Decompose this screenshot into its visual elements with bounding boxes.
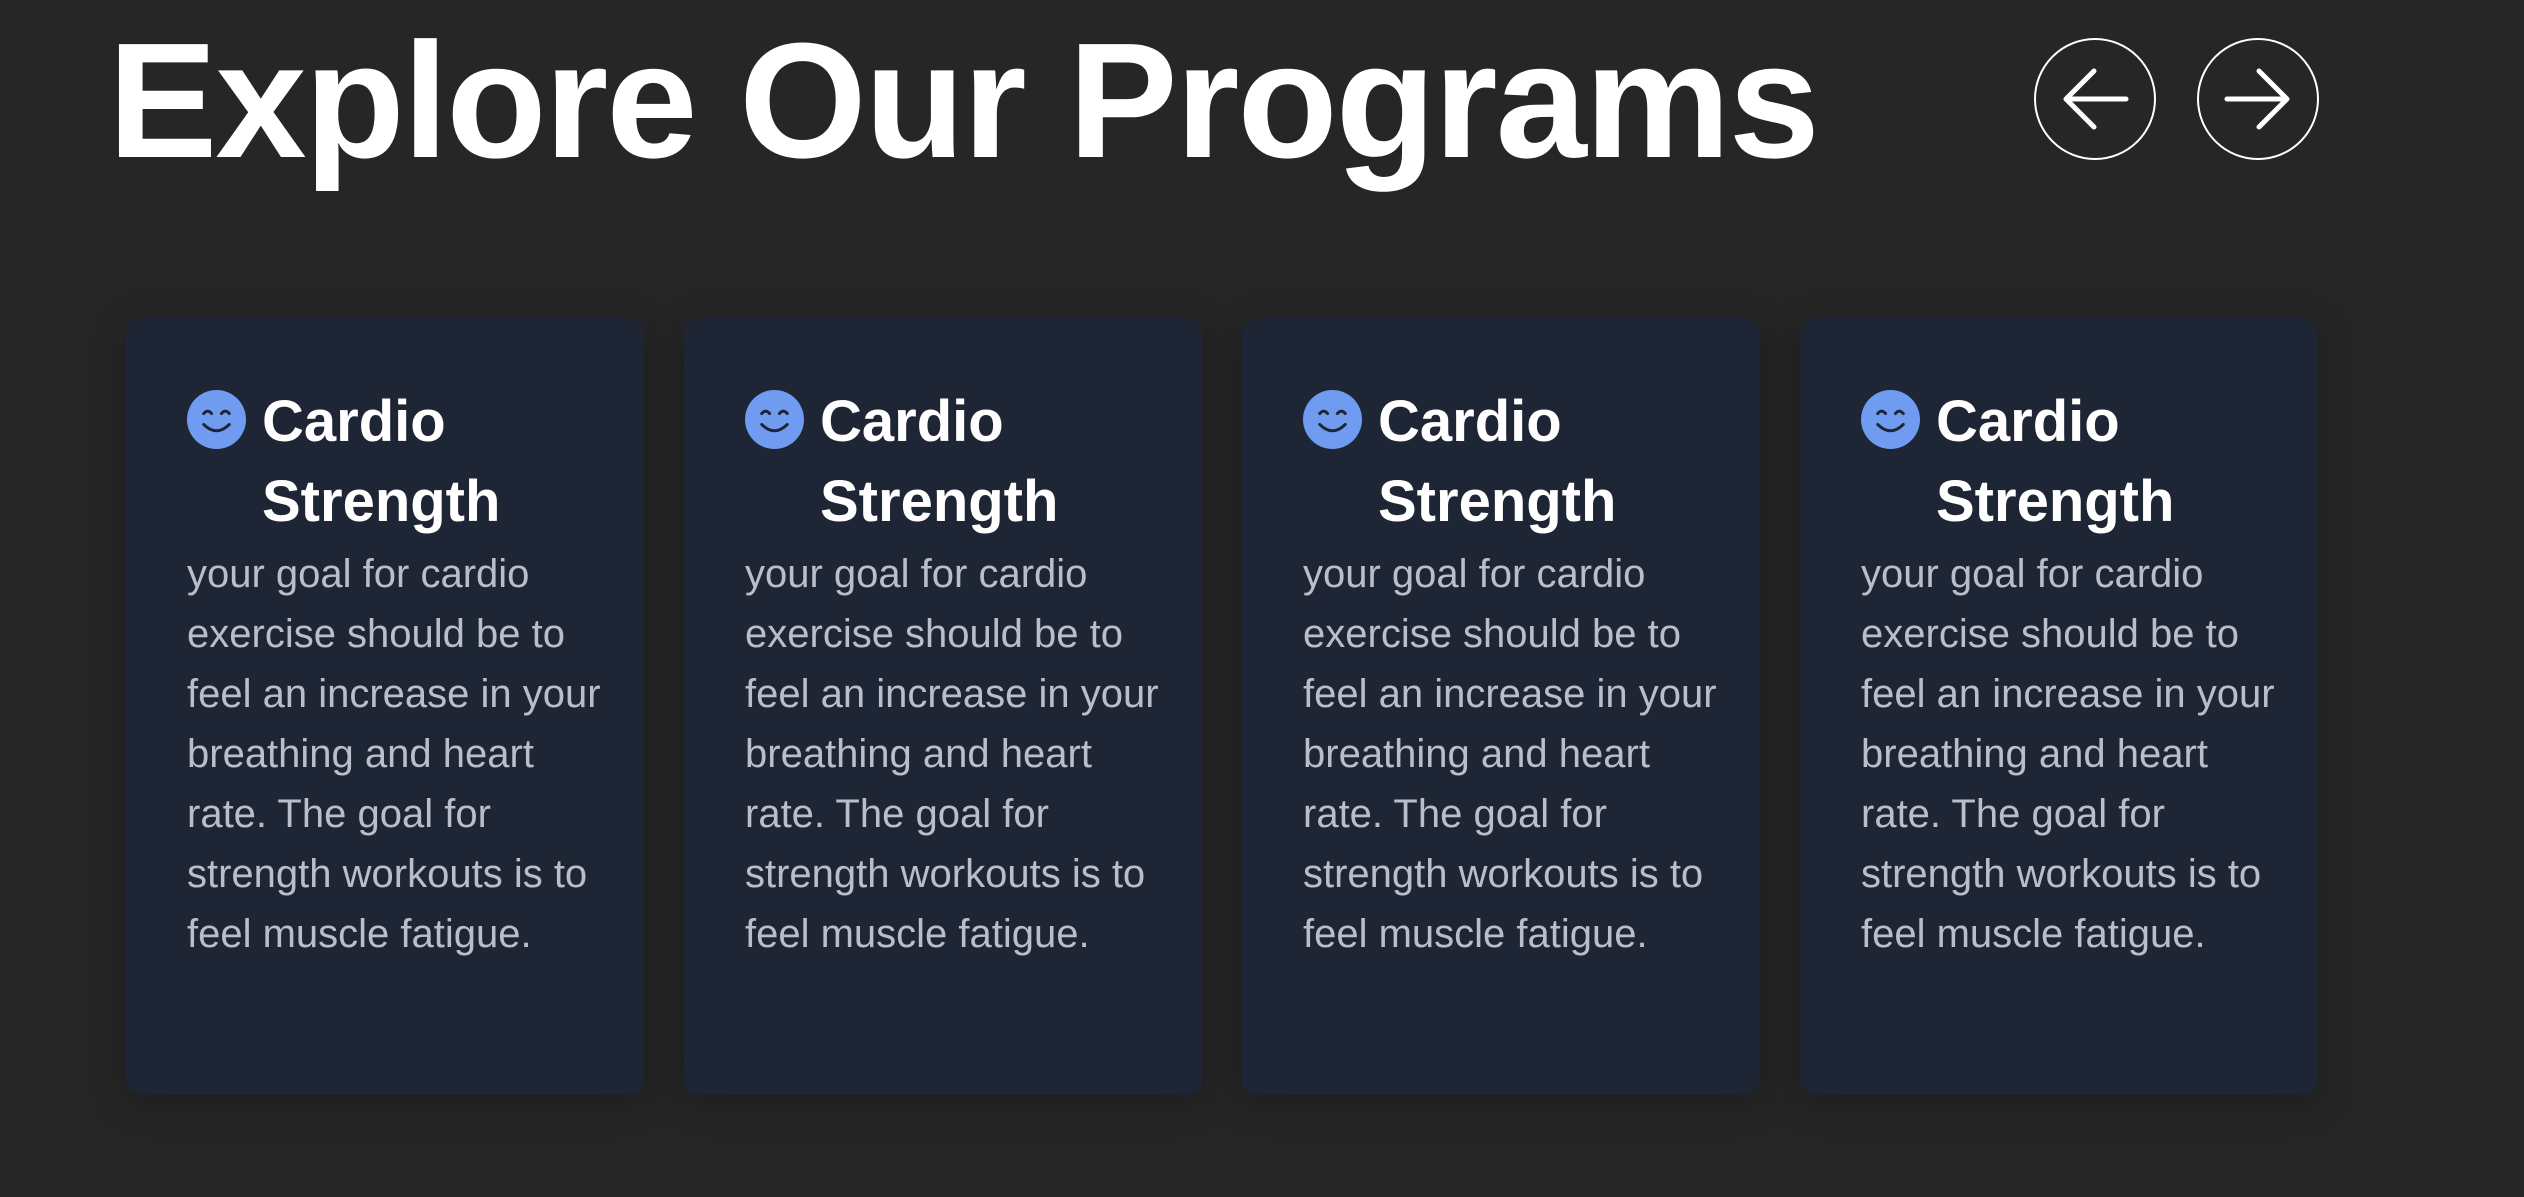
program-card-title: Cardio Strength bbox=[1936, 389, 2175, 534]
program-card-header: Cardio Strength bbox=[745, 382, 1162, 542]
program-carousel: Cardio Strength your goal for cardio exe… bbox=[126, 318, 2320, 1095]
smiley-icon bbox=[1303, 390, 1362, 449]
arrow-left-icon bbox=[2050, 54, 2140, 144]
previous-button[interactable] bbox=[2034, 38, 2156, 160]
smiley-icon bbox=[745, 390, 804, 449]
program-card-title: Cardio Strength bbox=[820, 389, 1059, 534]
program-card[interactable]: Cardio Strength your goal for cardio exe… bbox=[1242, 318, 1760, 1095]
program-card-header: Cardio Strength bbox=[187, 382, 604, 542]
program-card-description: your goal for cardio exercise should be … bbox=[745, 552, 1159, 956]
page-title: Explore Our Programs bbox=[108, 9, 1820, 192]
arrow-right-icon bbox=[2213, 54, 2303, 144]
program-card-description: your goal for cardio exercise should be … bbox=[1861, 552, 2275, 956]
program-card-header: Cardio Strength bbox=[1303, 382, 1720, 542]
program-card-title: Cardio Strength bbox=[262, 389, 501, 534]
smiley-icon bbox=[187, 390, 246, 449]
program-card-header: Cardio Strength bbox=[1861, 382, 2278, 542]
program-card[interactable]: Cardio Strength your goal for cardio exe… bbox=[1800, 318, 2318, 1095]
smiley-icon bbox=[1861, 390, 1920, 449]
program-card-title: Cardio Strength bbox=[1378, 389, 1617, 534]
program-card[interactable]: Cardio Strength your goal for cardio exe… bbox=[684, 318, 1202, 1095]
program-card-description: your goal for cardio exercise should be … bbox=[1303, 552, 1717, 956]
program-card-description: your goal for cardio exercise should be … bbox=[187, 552, 601, 956]
program-card[interactable]: Cardio Strength your goal for cardio exe… bbox=[126, 318, 644, 1095]
next-button[interactable] bbox=[2197, 38, 2319, 160]
